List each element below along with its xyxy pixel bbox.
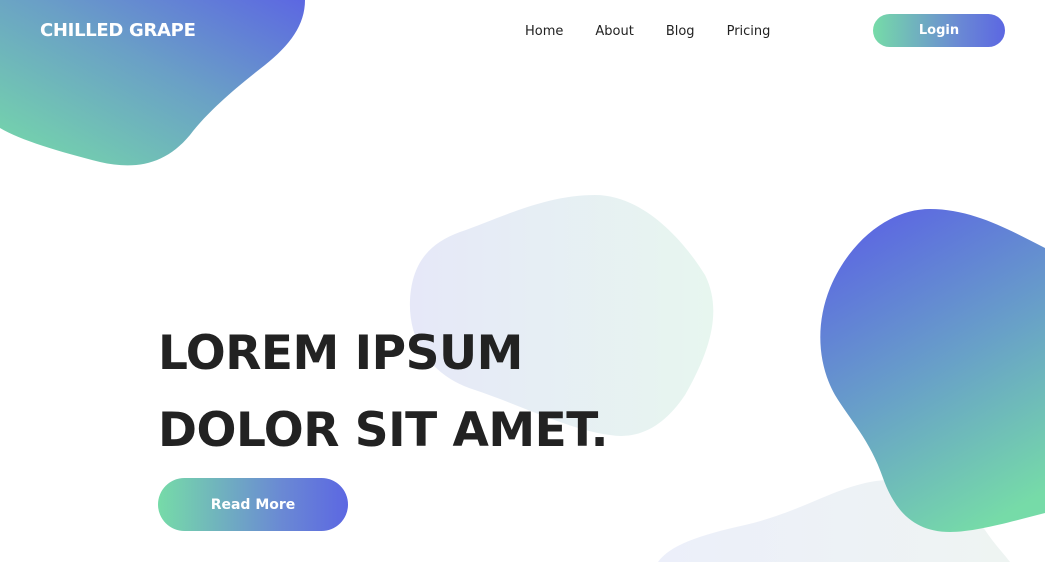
nav-item-pricing[interactable]: Pricing xyxy=(727,24,771,39)
brand-logo[interactable]: CHILLED GRAPE xyxy=(40,20,196,42)
hero-title-line-2: DOLOR SIT AMET. xyxy=(158,403,609,458)
nav-item-blog[interactable]: Blog xyxy=(666,24,695,39)
hero-title-line-1: LOREM IPSUM xyxy=(158,326,523,381)
login-button[interactable]: Login xyxy=(873,14,1005,47)
nav-item-about[interactable]: About xyxy=(595,24,633,39)
read-more-button[interactable]: Read More xyxy=(158,478,348,531)
background-blobs xyxy=(0,0,1045,562)
hero-title: LOREM IPSUM DOLOR SIT AMET. xyxy=(158,315,609,469)
nav-item-home[interactable]: Home xyxy=(525,24,563,39)
right-gradient-blob xyxy=(820,209,1045,532)
main-navigation: Home About Blog Pricing xyxy=(525,20,770,42)
